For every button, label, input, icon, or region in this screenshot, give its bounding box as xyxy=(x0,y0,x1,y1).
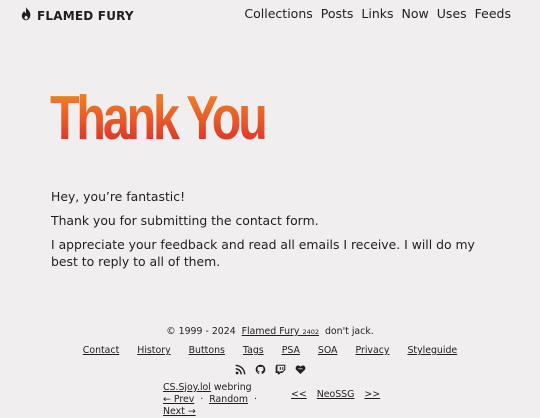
site-name-link[interactable]: Flamed Fury 2402 xyxy=(242,326,319,337)
footer-link-soa[interactable]: SOA xyxy=(318,345,338,356)
github-icon[interactable] xyxy=(255,364,266,375)
webring-cs: CS.Sjoy.lol webring ← Prev · Random · Ne… xyxy=(163,382,260,417)
footer-link-contact[interactable]: Contact xyxy=(83,345,119,356)
tagline: don't jack. xyxy=(324,326,374,337)
webring-neossg: << NeoSSG >> xyxy=(291,389,380,400)
neossg-link[interactable]: NeoSSG xyxy=(317,389,355,400)
webring-random-link[interactable]: Random xyxy=(209,394,248,405)
footer-link-buttons[interactable]: Buttons xyxy=(189,345,225,356)
brand-name: FLAMED FURY xyxy=(37,8,134,23)
neossg-prev-link[interactable]: << xyxy=(291,389,307,400)
nav-feeds[interactable]: Feeds xyxy=(475,6,511,21)
footer-links: Contact History Buttons Tags PSA SOA Pri… xyxy=(0,345,540,356)
rss-icon[interactable] xyxy=(235,364,246,375)
nav-now[interactable]: Now xyxy=(402,6,429,21)
heart-icon[interactable] xyxy=(295,364,306,375)
paragraph: Thank you for submitting the contact for… xyxy=(51,213,319,228)
webring-cs-link[interactable]: CS.Sjoy.lol xyxy=(163,382,211,393)
paragraph: Hey, you’re fantastic! xyxy=(51,189,186,204)
footer-link-tags[interactable]: Tags xyxy=(243,345,264,356)
brand-link[interactable]: FLAMED FURY xyxy=(20,6,134,25)
webring-prev-link[interactable]: ← Prev xyxy=(163,394,194,405)
footer-link-styleguide[interactable]: Styleguide xyxy=(407,345,457,356)
nav-links[interactable]: Links xyxy=(361,6,393,21)
footer-link-psa[interactable]: PSA xyxy=(282,345,300,356)
social-icons xyxy=(0,364,540,375)
nav-uses[interactable]: Uses xyxy=(437,6,467,21)
paragraph: I appreciate your feedback and read all … xyxy=(51,237,475,269)
nav-posts[interactable]: Posts xyxy=(321,6,354,21)
page-content: Hey, you’re fantastic! Thank you for sub… xyxy=(51,188,481,277)
copyright-years: © 1999 - 2024 xyxy=(166,326,236,337)
page-title: Thank You xyxy=(50,84,268,153)
webring-label: webring xyxy=(213,382,252,393)
webring-next-link[interactable]: Next → xyxy=(163,406,196,417)
neossg-next-link[interactable]: >> xyxy=(364,389,380,400)
main-nav: Collections Posts Links Now Uses Feeds xyxy=(244,6,511,21)
footer-link-history[interactable]: History xyxy=(137,345,170,356)
footer-link-privacy[interactable]: Privacy xyxy=(355,345,389,356)
nav-collections[interactable]: Collections xyxy=(244,6,312,21)
site-header: FLAMED FURY Collections Posts Links Now … xyxy=(0,0,540,28)
site-number: 2402 xyxy=(302,328,319,336)
flame-icon xyxy=(20,6,33,25)
copyright: © 1999 - 2024 Flamed Fury 2402 don't jac… xyxy=(0,326,540,337)
twitch-icon[interactable] xyxy=(275,364,286,375)
